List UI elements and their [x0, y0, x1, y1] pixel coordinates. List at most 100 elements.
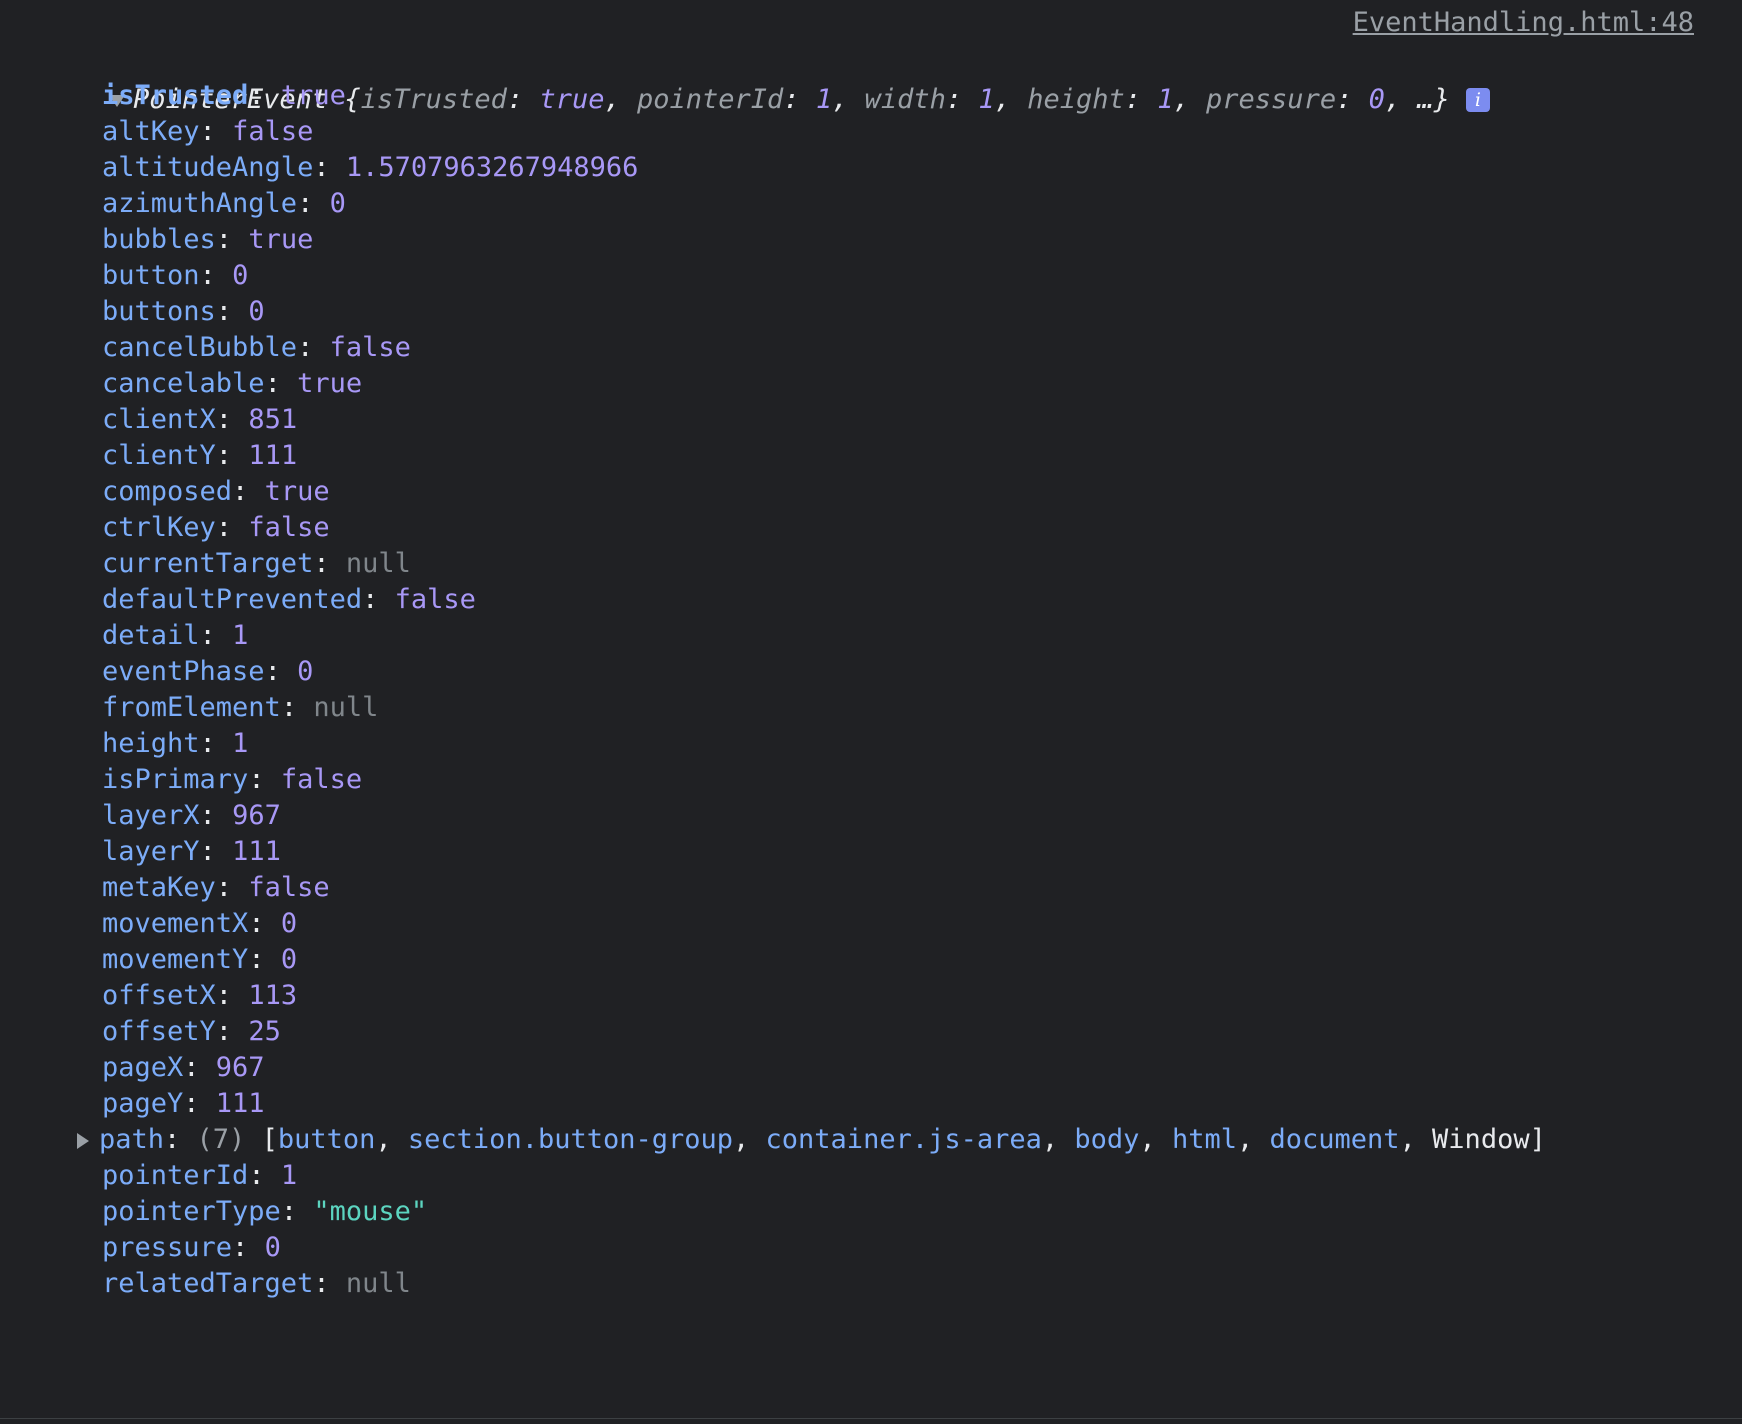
property-value: 0 — [232, 260, 249, 291]
property-value: 0 — [329, 188, 346, 219]
property-key: currentTarget — [102, 548, 314, 579]
property-value: 111 — [232, 836, 281, 867]
property-key: button — [102, 260, 200, 291]
preview-key: pressure — [1206, 84, 1337, 115]
property-key: movementX — [102, 908, 249, 939]
preview-value: true — [539, 84, 605, 115]
property-key: path — [99, 1124, 165, 1155]
property-row-pressure: pressure: 0 — [102, 1232, 281, 1263]
property-row-currentTarget: currentTarget: null — [102, 548, 411, 579]
property-key: pageY — [102, 1088, 184, 1119]
property-value: null — [345, 548, 411, 579]
property-value: 1.5707963267948966 — [345, 152, 639, 183]
property-row-composed: composed: true — [102, 476, 330, 507]
path-item: body — [1074, 1124, 1140, 1155]
devtools-console: EventHandling.html:48 PointerEvent {isTr… — [0, 0, 1742, 1424]
property-value: 0 — [280, 908, 298, 939]
property-key: pointerId — [102, 1160, 249, 1191]
property-key: detail — [102, 620, 200, 651]
path-item: button — [277, 1124, 376, 1155]
preview-key: isTrusted — [360, 84, 507, 115]
property-value: false — [232, 116, 314, 147]
property-value: 967 — [232, 800, 281, 831]
property-row-isPrimary: isPrimary: false — [102, 764, 363, 795]
property-key: offsetY — [102, 1016, 216, 1047]
property-row-isTrusted: isTrusted: true — [102, 80, 346, 111]
property-value: true — [280, 80, 346, 111]
path-item: html — [1171, 1124, 1237, 1155]
property-key: eventPhase — [102, 656, 265, 687]
property-key: altitudeAngle — [102, 152, 314, 183]
property-key: layerX — [102, 800, 200, 831]
property-value: true — [297, 368, 363, 399]
property-row-relatedTarget: relatedTarget: null — [102, 1268, 411, 1299]
property-value: null — [313, 692, 379, 723]
property-row-altKey: altKey: false — [102, 116, 314, 147]
property-value: 967 — [215, 1052, 265, 1083]
path-item: document — [1269, 1124, 1400, 1155]
preview-key: pointerId — [637, 84, 784, 115]
property-key: pressure — [102, 1232, 233, 1263]
preview-value: 1 — [978, 84, 995, 115]
property-row-altitudeAngle: altitudeAngle: 1.5707963267948966 — [102, 152, 639, 183]
property-row-eventPhase: eventPhase: 0 — [102, 656, 314, 687]
property-row-detail: detail: 1 — [102, 620, 249, 651]
property-value: 0 — [280, 944, 298, 975]
property-row-offsetY: offsetY: 25 — [102, 1016, 281, 1047]
property-row-layerY: layerY: 111 — [102, 836, 281, 867]
property-row-buttons: buttons: 0 — [102, 296, 265, 327]
property-key: movementY — [102, 944, 249, 975]
property-value: 111 — [248, 440, 298, 471]
property-value: null — [345, 1268, 411, 1299]
property-value: 0 — [248, 296, 265, 327]
panel-bottom-edge — [0, 1418, 1742, 1424]
property-row-movementY: movementY: 0 — [102, 944, 298, 975]
property-row-clientX: clientX: 851 — [102, 404, 298, 435]
property-row-height: height: 1 — [102, 728, 249, 759]
property-value: "mouse" — [313, 1196, 428, 1227]
path-item: Window — [1432, 1124, 1530, 1155]
property-value: 851 — [248, 404, 298, 435]
property-row-cancelBubble: cancelBubble: false — [102, 332, 411, 363]
property-key: cancelBubble — [102, 332, 298, 363]
property-key: cancelable — [102, 368, 265, 399]
property-row-path[interactable]: path: (7) [button, section.button-group,… — [77, 1120, 1546, 1160]
property-key: isTrusted — [102, 80, 249, 111]
property-key: height — [102, 728, 200, 759]
property-row-pointerType: pointerType: "mouse" — [102, 1196, 428, 1227]
property-key: azimuthAngle — [102, 188, 298, 219]
object-header[interactable]: PointerEvent {isTrusted: true, pointerId… — [44, 40, 1490, 115]
info-icon[interactable]: i — [1465, 88, 1490, 112]
property-key: clientX — [102, 404, 216, 435]
property-row-fromElement: fromElement: null — [102, 692, 379, 723]
property-value: 25 — [248, 1016, 281, 1047]
property-row-pageY: pageY: 111 — [102, 1088, 265, 1119]
property-key: pageX — [102, 1052, 184, 1083]
property-key: buttons — [102, 296, 216, 327]
array-count: (7) — [196, 1124, 246, 1155]
property-value: 0 — [264, 1232, 281, 1263]
preview-value: 0 — [1368, 84, 1385, 115]
property-value: false — [248, 872, 330, 903]
path-item: section.button-group — [407, 1124, 734, 1155]
property-value: false — [280, 764, 363, 795]
expand-triangle-icon[interactable] — [77, 1132, 89, 1149]
property-row-azimuthAngle: azimuthAngle: 0 — [102, 188, 346, 219]
property-key: pointerType — [102, 1196, 281, 1227]
property-value: 1 — [232, 728, 249, 759]
property-value: false — [394, 584, 476, 615]
property-row-defaultPrevented: defaultPrevented: false — [102, 584, 476, 615]
property-key: metaKey — [102, 872, 216, 903]
property-row-ctrlKey: ctrlKey: false — [102, 512, 330, 543]
path-item: container.js-area — [765, 1124, 1042, 1155]
property-key: relatedTarget — [102, 1268, 314, 1299]
preview-value: 1 — [815, 84, 833, 115]
property-value: true — [248, 224, 314, 255]
property-key: bubbles — [102, 224, 216, 255]
property-row-metaKey: metaKey: false — [102, 872, 330, 903]
property-key: composed — [102, 476, 233, 507]
property-value: 111 — [215, 1088, 265, 1119]
property-value: false — [329, 332, 411, 363]
source-link[interactable]: EventHandling.html:48 — [1353, 6, 1694, 40]
property-key: defaultPrevented — [102, 584, 363, 615]
